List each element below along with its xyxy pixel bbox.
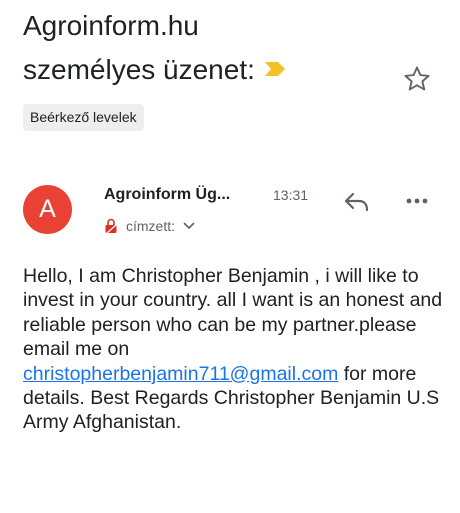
recipient-label: címzett: bbox=[126, 218, 176, 234]
sender-avatar[interactable]: A bbox=[23, 185, 72, 234]
star-icon[interactable] bbox=[402, 64, 432, 94]
inbox-label-chip[interactable]: Beérkező levelek bbox=[23, 104, 144, 131]
message-body: Hello, I am Christopher Benjamin , i wil… bbox=[23, 264, 443, 435]
lock-icon bbox=[105, 218, 117, 234]
subject-line-2-wrap: személyes üzenet: bbox=[23, 48, 403, 92]
subject-line-2: személyes üzenet: bbox=[23, 54, 255, 85]
reply-icon[interactable] bbox=[343, 190, 371, 214]
recipient-details-toggle[interactable]: címzett: bbox=[104, 216, 195, 236]
more-icon[interactable] bbox=[405, 197, 429, 205]
email-subject: Agroinform.hu személyes üzenet: bbox=[23, 4, 403, 92]
message-time: 13:31 bbox=[273, 187, 309, 203]
body-text-part1: Hello, I am Christopher Benjamin , i wil… bbox=[23, 265, 443, 361]
sender-name[interactable]: Agroinform Üg... bbox=[104, 184, 262, 206]
email-link[interactable]: christopherbenjamin711@gmail.com bbox=[23, 363, 338, 385]
subject-line-1: Agroinform.hu bbox=[23, 10, 199, 41]
importance-marker-icon[interactable] bbox=[263, 61, 287, 77]
chevron-down-icon bbox=[183, 222, 195, 229]
